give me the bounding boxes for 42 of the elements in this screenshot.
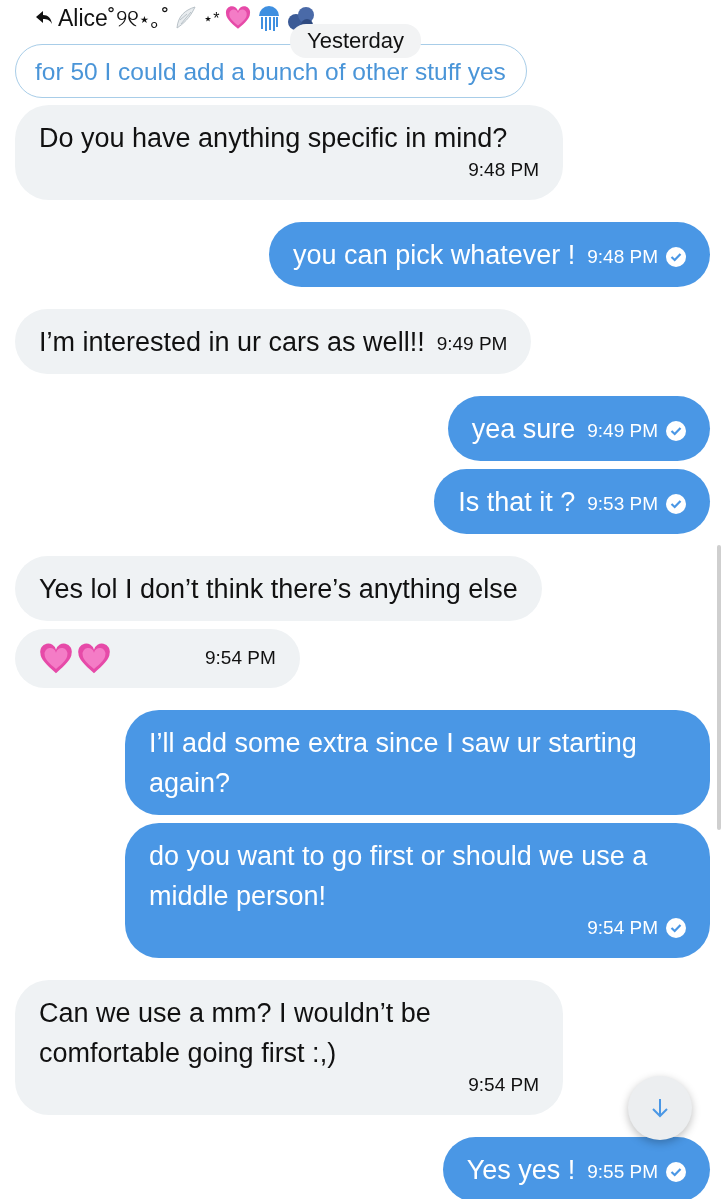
message-bubble[interactable]: I’ll add some extra since I saw ur starting again?	[125, 710, 710, 815]
message-bubble[interactable]: yea sure 9:49 PM	[447, 396, 710, 461]
message-bubble[interactable]: you can pick whatever ! 9:48 PM	[269, 222, 710, 287]
message-time: 9:49 PM	[436, 332, 508, 356]
scrollbar[interactable]	[717, 545, 721, 830]
date-label: Yesterday	[290, 24, 422, 58]
message-bubble[interactable]: do you want to go first or should we use a middle person! 9:54 PM	[125, 823, 710, 958]
message-time: 9:54 PM	[587, 916, 658, 940]
message-text: yea sure	[471, 413, 576, 446]
message-time: 9:53 PM	[587, 492, 658, 516]
contact-name: Alice˚୨୧⋆｡˚	[58, 4, 170, 32]
message-text: you can pick whatever !	[293, 239, 576, 272]
scroll-down-button[interactable]	[628, 1076, 692, 1140]
jellyfish-icon	[257, 4, 282, 32]
message-bubble[interactable]: Yes lol I don’t think there’s anything else	[15, 556, 542, 621]
message-bubble[interactable]: Is that it ? 9:53 PM	[434, 469, 710, 534]
message-time: 9:54 PM	[205, 646, 276, 670]
message-bubble[interactable]: Yes yes ! 9:55 PM	[442, 1137, 710, 1199]
message-time: 9:48 PM	[587, 245, 658, 269]
heart-icon	[225, 5, 252, 31]
heart-icon	[39, 642, 73, 676]
message-text: Is that it ?	[458, 486, 576, 519]
message-bubble[interactable]: Can we use a mm? I wouldn’t be comfortable going first :,) 9:54 PM	[15, 980, 563, 1115]
message-text: I’m interested in ur cars as well!!	[39, 326, 425, 359]
arrow-down-icon	[652, 1098, 668, 1118]
message-bubble[interactable]: 9:54 PM	[15, 629, 300, 688]
decoration-text: ⋆*	[203, 8, 220, 28]
message-text: Yes lol I don’t think there’s anything else	[39, 573, 518, 606]
message-text: do you want to go first or should we use a middle person!	[149, 840, 649, 913]
message-text: Yes yes !	[466, 1154, 576, 1187]
message-bubble[interactable]: Do you have anything specific in mind? 9:48 PM	[15, 105, 563, 200]
message-time: 9:48 PM	[468, 158, 539, 182]
message-time: 9:55 PM	[587, 1160, 658, 1184]
wing-icon	[175, 6, 198, 30]
reply-icon[interactable]	[36, 11, 52, 25]
message-text: Do you have anything specific in mind?	[39, 122, 508, 155]
message-time: 9:49 PM	[587, 419, 658, 443]
heart-icon	[77, 642, 111, 676]
message-time: 9:54 PM	[468, 1073, 539, 1097]
message-bubble[interactable]: I’m interested in ur cars as well!! 9:49 PM	[15, 309, 532, 374]
message-text: I’ll add some extra since I saw ur starting again?	[149, 727, 638, 800]
message-text: Can we use a mm? I wouldn’t be comfortable going first :,)	[39, 997, 432, 1070]
